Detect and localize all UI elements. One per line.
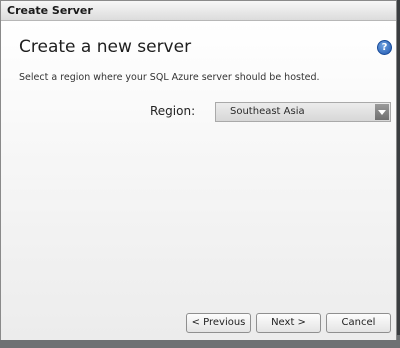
region-label: Region: [150, 104, 196, 118]
dialog-titlebar[interactable]: Create Server [1, 1, 396, 21]
cancel-button[interactable]: Cancel [326, 313, 391, 333]
region-selected-value: Southeast Asia [230, 106, 305, 117]
dialog-title: Create Server [7, 4, 93, 17]
previous-button[interactable]: < Previous [186, 313, 251, 333]
help-icon[interactable]: ? [377, 40, 392, 55]
next-button[interactable]: Next > [256, 313, 321, 333]
page-title: Create a new server [19, 37, 192, 57]
chevron-down-icon[interactable] [375, 104, 389, 120]
region-select[interactable]: Southeast Asia [215, 102, 391, 122]
create-server-dialog: Create Server Create a new server ? Sele… [0, 0, 397, 340]
region-description: Select a region where your SQL Azure ser… [19, 72, 320, 83]
dialog-content: Create a new server ? Select a region wh… [1, 21, 396, 340]
